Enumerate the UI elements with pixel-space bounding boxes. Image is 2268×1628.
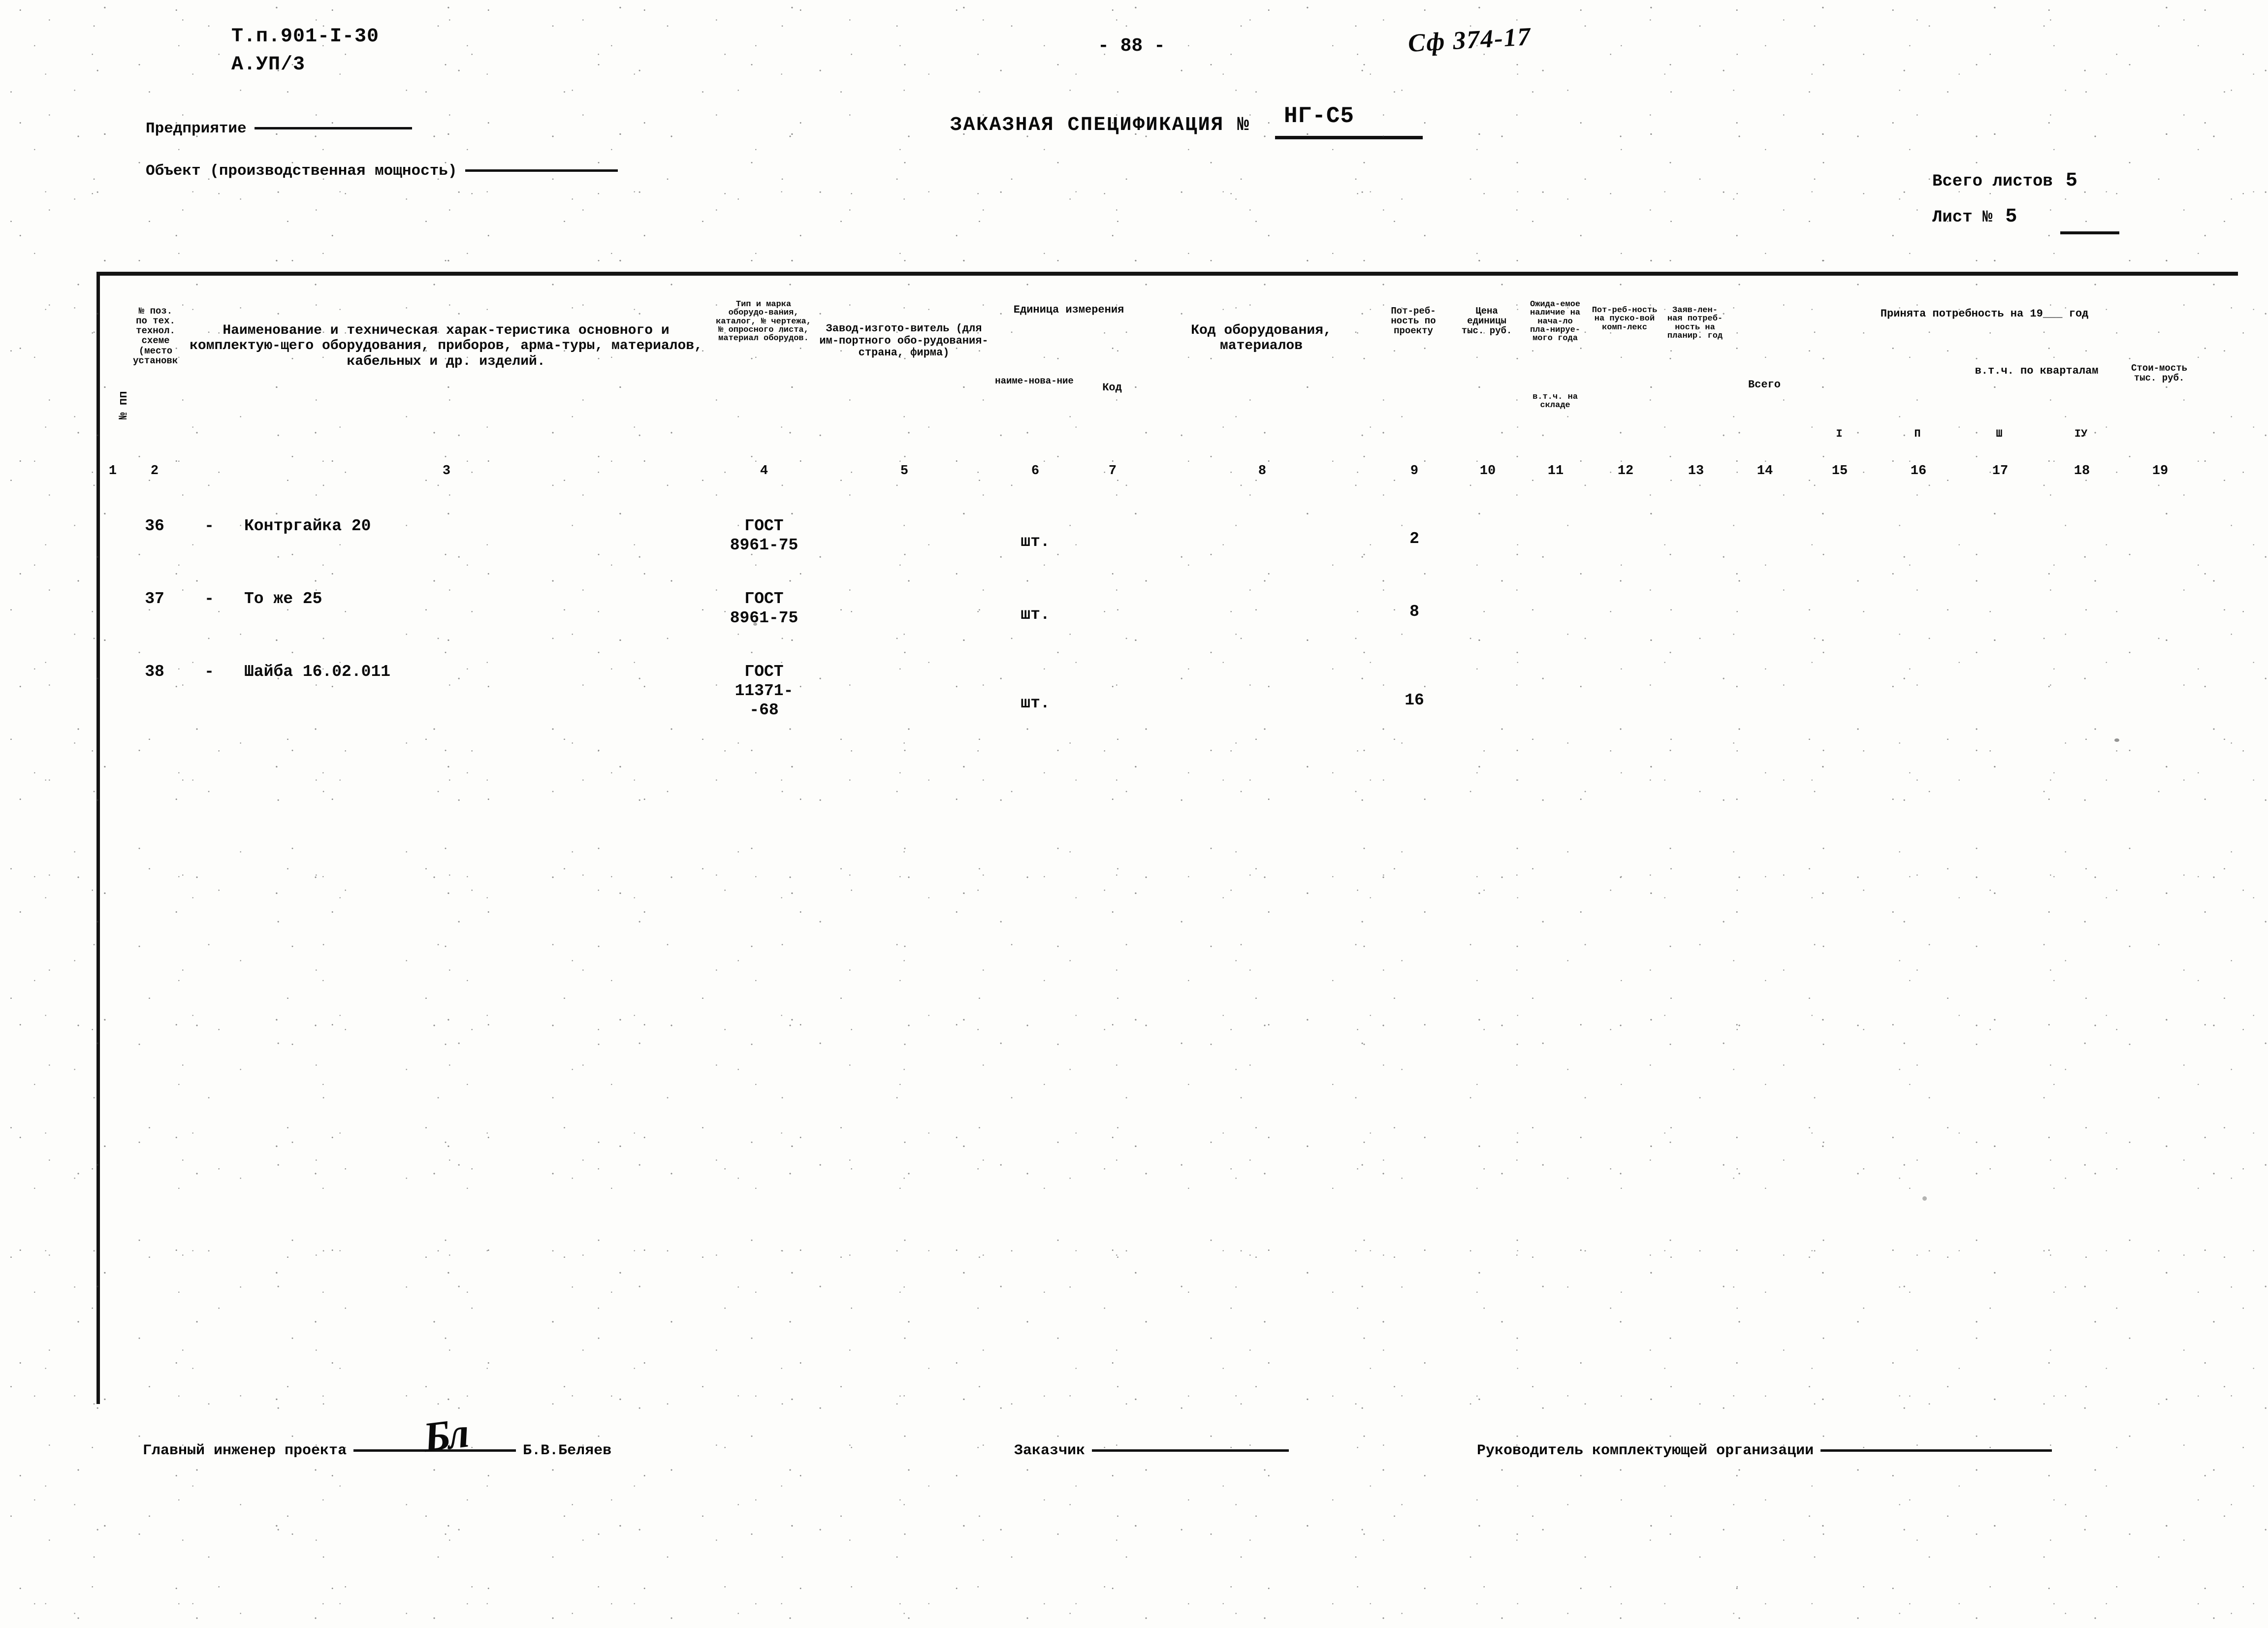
table-row: 37 [145,590,164,608]
scan-artifact [2114,738,2119,742]
table-row: Шайба 16.02.011 [244,663,391,681]
table-row: ГОСТ 8961-75 [730,517,799,554]
col-header-13: Заяв-лен-ная потреб-ность на планир. год [1667,306,1723,341]
unit-group-divider [991,272,1146,274]
table-row: 2 [1409,530,1419,548]
table-row: ГОСТ 8961-75 [730,590,799,627]
col-number-5: 5 [900,464,909,479]
table-row: - [204,590,214,608]
col-number-9: 9 [1410,464,1419,479]
scan-artifact [753,623,757,626]
col-number-11: 11 [1547,464,1564,479]
col-number-12: 12 [1617,464,1634,479]
enterprise-label: Предприятие [146,120,247,137]
col-number-14: 14 [1757,464,1773,479]
col-header-11: Пот-реб-ность на пуско-вой комп-лекс [1592,306,1658,332]
supply-org-label: Руководитель комплектующей организации [1477,1442,1814,1459]
col-number-4: 4 [760,464,768,479]
document-code-line2: А.УП/3 [231,54,306,76]
table-row: 36 [145,517,164,535]
col-header-16: П [1914,428,1921,440]
document-code: Т.п.901-I-30 А.УП/3 [231,26,379,76]
sheet-number-label: Лист № [1932,208,1993,227]
col-number-18: 18 [2074,464,2090,479]
col-header-unit-group: Единица измерения [1013,304,1124,316]
object-blank-rule [465,169,618,172]
col-header-10: Цена единицы тыс. руб. [1461,306,1512,336]
col-number-15: 15 [1831,464,1848,479]
col-header-5: Завод-изгото-витель (для им-портного обо… [819,323,989,359]
archive-mark-handwritten: Сф 374-17 [1407,23,1532,58]
col-number-7: 7 [1108,464,1117,479]
page-title: ЗАКАЗНАЯ СПЕЦИФИКАЦИЯ № [950,114,1250,136]
col-number-16: 16 [1910,464,1927,479]
customer-line: Заказчик [1014,1442,1296,1459]
col-number-1: 1 [108,464,117,479]
document-code-line1: Т.п.901-I-30 [231,26,380,48]
col-border-right [96,272,100,1404]
table-row: 38 [145,663,164,681]
chief-engineer-name: Б.В.Беляев [523,1442,612,1459]
supply-org-line: Руководитель комплектующей организации [1477,1442,2059,1459]
sheets-total-label: Всего листов [1932,172,2053,191]
scan-artifact [1922,1196,1927,1201]
table-row: ГОСТ 11371- -68 [735,663,794,719]
enterprise-field: Предприятие [146,120,412,137]
sheet-number-value: 5 [2005,206,2017,228]
chief-engineer-label: Главный инженер проекта [143,1442,347,1459]
col-number-17: 17 [1992,464,2009,479]
sheet-number-rule [2060,231,2119,234]
specification-table: № пп № поз. по тех. технол. схеме (место… [96,272,2238,1404]
col-header-8: Код оборудования, материалов [1191,323,1332,354]
table-row: 8 [1409,603,1419,621]
col-header-6: наиме-нова-ние [995,376,1074,386]
customer-label: Заказчик [1014,1442,1086,1459]
table-row: Контргайка 20 [244,517,371,535]
col-header-12: Ожида-емое наличие на нача-ло пла-нируе-… [1530,300,1581,343]
chief-engineer-line: Главный инженер проекта Б.В.Беляев [143,1442,611,1459]
table-row: 16 [1405,691,1424,709]
col-number-3: 3 [442,464,451,479]
col-number-19: 19 [2152,464,2169,479]
enterprise-blank-rule [254,127,412,130]
table-row: То же 25 [244,590,322,608]
page-number: - 88 - [1098,35,1165,57]
col-header-9: Пот-реб-ность по проекту [1391,306,1436,336]
scanned-document-page: Т.п.901-I-30 А.УП/3 - 88 - Сф 374-17 ЗАК… [0,0,2268,1628]
handwritten-signature: Бл [420,1409,469,1461]
table-row: шт. [1021,533,1050,551]
object-field: Объект (производственная мощность) [146,162,618,180]
supply-org-signature-rule [1821,1449,2052,1452]
customer-signature-rule [1092,1449,1289,1452]
col-header-14: Всего [1748,379,1781,391]
col-header-7: Код [1102,382,1122,394]
specification-number-rule [1275,136,1423,139]
col-header-4: Тип и марка оборудо-вания, каталог, № че… [716,300,811,343]
table-row: шт. [1021,694,1050,712]
col-number-6: 6 [1031,464,1040,479]
quarters-group-divider [1877,272,2197,274]
col-number-13: 13 [1688,464,1704,479]
col-header-3: Наименование и техническая харак-теристи… [190,323,703,369]
col-header-15: I [1836,428,1843,440]
table-row: - [204,517,214,535]
sheets-total: Всего листов 5 [1932,170,2077,192]
col-number-10: 10 [1479,464,1496,479]
object-label: Объект (производственная мощность) [146,162,457,180]
table-row: - [204,663,214,681]
col-header-2: № поз. по тех. технол. схеме (место уста… [133,306,178,366]
expected-group-divider [1663,272,1727,274]
col-header-17: Ш [1996,428,2003,440]
col-header-1: № пп [117,391,130,419]
specification-number: НГ-С5 [1284,103,1355,129]
col-number-8: 8 [1258,464,1267,479]
col-header-19: Стои-мость тыс. руб. [2131,363,2188,383]
col-number-2: 2 [150,464,159,479]
col-header-accepted-group: Принята потребность на 19___ год [1880,308,2089,320]
table-row: шт. [1021,606,1050,624]
col-header-12b: в.т.ч. на складе [1533,393,1578,410]
col-header-18: IУ [2074,428,2088,440]
sheets-total-value: 5 [2065,170,2077,192]
sheet-number: Лист № 5 [1932,206,2017,228]
